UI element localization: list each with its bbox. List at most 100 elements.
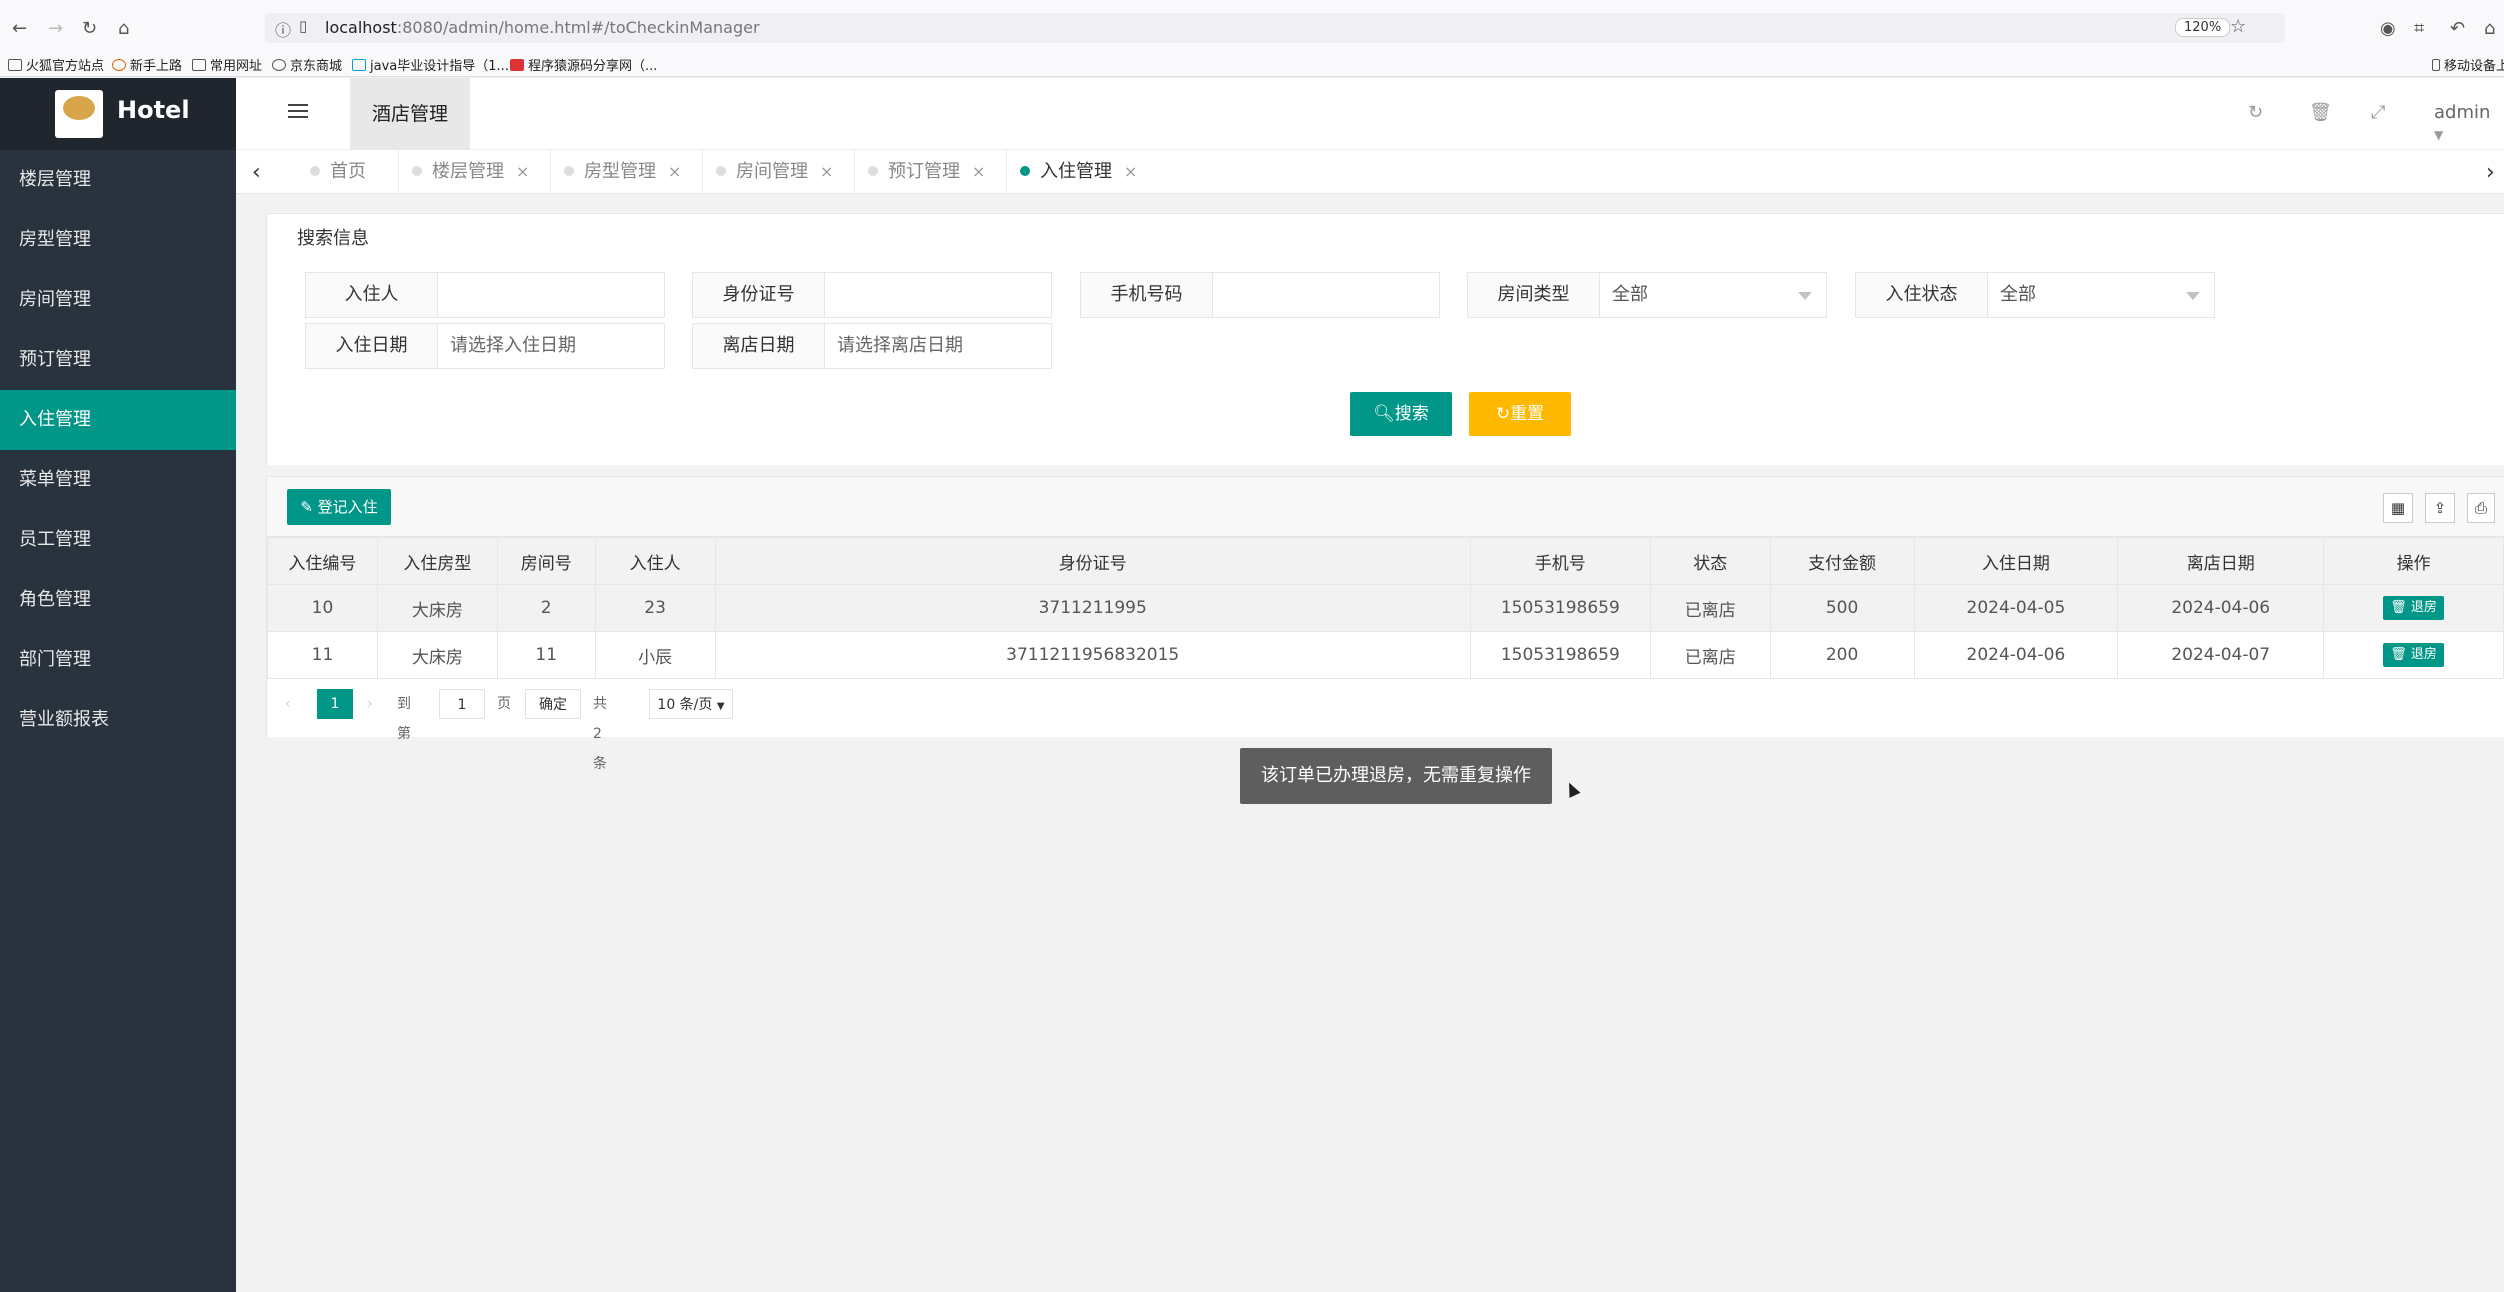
guest-field: 入住人 [305, 272, 665, 318]
sidebar-item-department[interactable]: 部门管理 [0, 630, 236, 690]
page-input[interactable]: 1 [439, 689, 485, 719]
search-legend: 搜索信息 [293, 224, 373, 250]
sidebar-item-staff[interactable]: 员工管理 [0, 510, 236, 570]
table-row: 11 大床房 11 小辰 3711211956832015 1505319865… [267, 631, 2504, 679]
info-icon[interactable]: ⓘ [275, 17, 291, 41]
table-row: 10 大床房 2 23 3711211995 15053198659 已离店 5… [267, 584, 2504, 632]
close-icon[interactable]: × [1124, 162, 1137, 181]
phone-input[interactable] [1213, 273, 1439, 317]
chevron-down-icon [1798, 292, 1812, 300]
idcard-input[interactable] [825, 273, 1051, 317]
bookmark-item[interactable]: 火狐官方站点 [8, 55, 104, 74]
sidebar-item-floor[interactable]: 楼层管理 [0, 150, 236, 210]
checkin-table: 入住编号 入住房型 房间号 入住人 身份证号 手机号 状态 支付金额 入住日期 … [267, 537, 2504, 679]
reset-button[interactable]: ↻重置 [1469, 392, 1571, 436]
refresh-icon[interactable]: ↻ [2248, 104, 2266, 122]
tab-booking[interactable]: 预订管理 × [868, 150, 985, 194]
goto-label: 到第 [397, 696, 411, 742]
logo-area: Hotel [0, 78, 236, 150]
header-tab-hotel[interactable]: 酒店管理 [350, 78, 470, 150]
table-header-row: 入住编号 入住房型 房间号 入住人 身份证号 手机号 状态 支付金额 入住日期 … [267, 537, 2504, 585]
checkout-button[interactable]: 🗑 退房 [2383, 643, 2444, 667]
bookmark-item[interactable]: java毕业设计指导（1... [352, 55, 509, 74]
user-menu[interactable]: admin ▼ [2434, 102, 2504, 144]
bookmark-item[interactable]: 新手上路 [112, 55, 182, 74]
chevron-down-icon: ▼ [716, 701, 725, 712]
phone-field: 手机号码 [1080, 272, 1440, 318]
menu-toggle-icon[interactable] [288, 104, 308, 120]
checkin-button[interactable]: ✎ 登记入住 [287, 489, 391, 525]
sidebar-item-checkin[interactable]: 入住管理 [0, 390, 236, 450]
checkin-date-input[interactable]: 请选择入住日期 [438, 324, 664, 368]
back-icon[interactable]: ← [12, 18, 27, 39]
export-icon[interactable]: ⇪ [2425, 493, 2455, 523]
guest-input[interactable] [438, 273, 664, 317]
page-confirm-button[interactable]: 确定 [525, 689, 581, 719]
bookmark-item[interactable]: 京东商城 [272, 55, 342, 74]
trash-icon[interactable]: 🗑 [2309, 104, 2332, 122]
search-button[interactable]: 🔍︎搜索 [1350, 392, 1452, 436]
sidebar-item-room[interactable]: 房间管理 [0, 270, 236, 330]
tabs-prev-icon[interactable]: ‹ [252, 160, 261, 185]
tab-checkin[interactable]: 入住管理 × [1020, 150, 1137, 194]
checkout-button[interactable]: 🗑 退房 [2383, 596, 2444, 620]
bookmark-item[interactable]: 移动设备上 [2432, 55, 2504, 74]
bookmark-item[interactable]: 常用网址 [192, 55, 262, 74]
close-icon[interactable]: × [668, 162, 681, 181]
sidebar-item-roomtype[interactable]: 房型管理 [0, 210, 236, 270]
chevron-down-icon: ▼ [2434, 128, 2444, 142]
top-header: 酒店管理 ↻ 🗑 ⤢ admin ▼ [236, 78, 2504, 150]
reload-icon[interactable]: ↻ [82, 18, 97, 39]
sidebar: Hotel 楼层管理 房型管理 房间管理 预订管理 入住管理 菜单管理 员工管理… [0, 78, 236, 1292]
tabs-next-icon[interactable]: › [2486, 160, 2495, 185]
checkout-date-field: 离店日期 请选择离店日期 [692, 323, 1052, 369]
status-select[interactable]: 全部 [1988, 273, 2214, 317]
roomtype-select[interactable]: 全部 [1600, 273, 1826, 317]
chevron-down-icon [2186, 292, 2200, 300]
next-page-icon[interactable]: › [367, 689, 373, 719]
tab-floor[interactable]: 楼层管理 × [412, 150, 529, 194]
star-icon[interactable]: ☆ [2230, 16, 2246, 37]
trash-icon: 🗑 [2390, 600, 2407, 615]
forward-icon[interactable]: → [48, 18, 63, 39]
reset-icon: ↻ [1495, 404, 1511, 424]
close-icon[interactable]: × [516, 162, 529, 181]
account-icon[interactable]: ◉ [2380, 18, 2396, 39]
sidebar-item-role[interactable]: 角色管理 [0, 570, 236, 630]
bookmarks-bar: 火狐官方站点 新手上路 常用网址 京东商城 java毕业设计指导（1... 程序… [0, 52, 2504, 76]
hotel-logo [55, 90, 103, 138]
trash-icon: 🗑 [2390, 647, 2407, 662]
bookmark-item[interactable]: 程序猿源码分享网（... [510, 55, 657, 74]
status-field: 入住状态 全部 [1855, 272, 2215, 318]
crop-icon[interactable]: ⌗ [2414, 18, 2424, 39]
close-icon[interactable]: × [972, 162, 985, 181]
page-icon: ▯ [299, 17, 308, 35]
prev-page-icon[interactable]: ‹ [285, 689, 291, 719]
tab-room[interactable]: 房间管理 × [716, 150, 833, 194]
table-toolbar: ✎ 登记入住 ▦ ⇪ ⎙ [267, 477, 2504, 537]
sidebar-item-menu[interactable]: 菜单管理 [0, 450, 236, 510]
home-icon[interactable]: ⌂ [118, 18, 129, 39]
search-icon: 🔍︎ [1373, 404, 1395, 424]
checkout-date-input[interactable]: 请选择离店日期 [825, 324, 1051, 368]
idcard-field: 身份证号 [692, 272, 1052, 318]
toast-message: 该订单已办理退房，无需重复操作 [1240, 748, 1552, 804]
tab-home[interactable]: 首页 [310, 150, 366, 194]
close-icon[interactable]: × [820, 162, 833, 181]
sidebar-item-booking[interactable]: 预订管理 [0, 330, 236, 390]
extensions-icon[interactable]: ⌂ [2484, 18, 2495, 39]
print-icon[interactable]: ⎙ [2467, 493, 2495, 523]
tab-roomtype[interactable]: 房型管理 × [564, 150, 681, 194]
sidebar-item-revenue[interactable]: 营业额报表 [0, 690, 236, 750]
fullscreen-icon[interactable]: ⤢ [2371, 104, 2389, 122]
url-path: :8080/admin/home.html#/toCheckinManager [396, 18, 760, 37]
zoom-level[interactable]: 120% [2175, 18, 2231, 37]
mouse-cursor-icon [1563, 780, 1581, 798]
roomtype-field: 房间类型 全部 [1467, 272, 1827, 318]
undo-icon[interactable]: ↶ [2450, 18, 2465, 39]
page-size-select[interactable]: 10 条/页 ▼ [649, 689, 733, 719]
columns-icon[interactable]: ▦ [2383, 493, 2413, 523]
address-bar[interactable]: ⓘ ▯ localhost:8080/admin/home.html#/toCh… [265, 13, 2285, 43]
logo-text: Hotel [117, 96, 190, 124]
page-current[interactable]: 1 [317, 689, 353, 719]
